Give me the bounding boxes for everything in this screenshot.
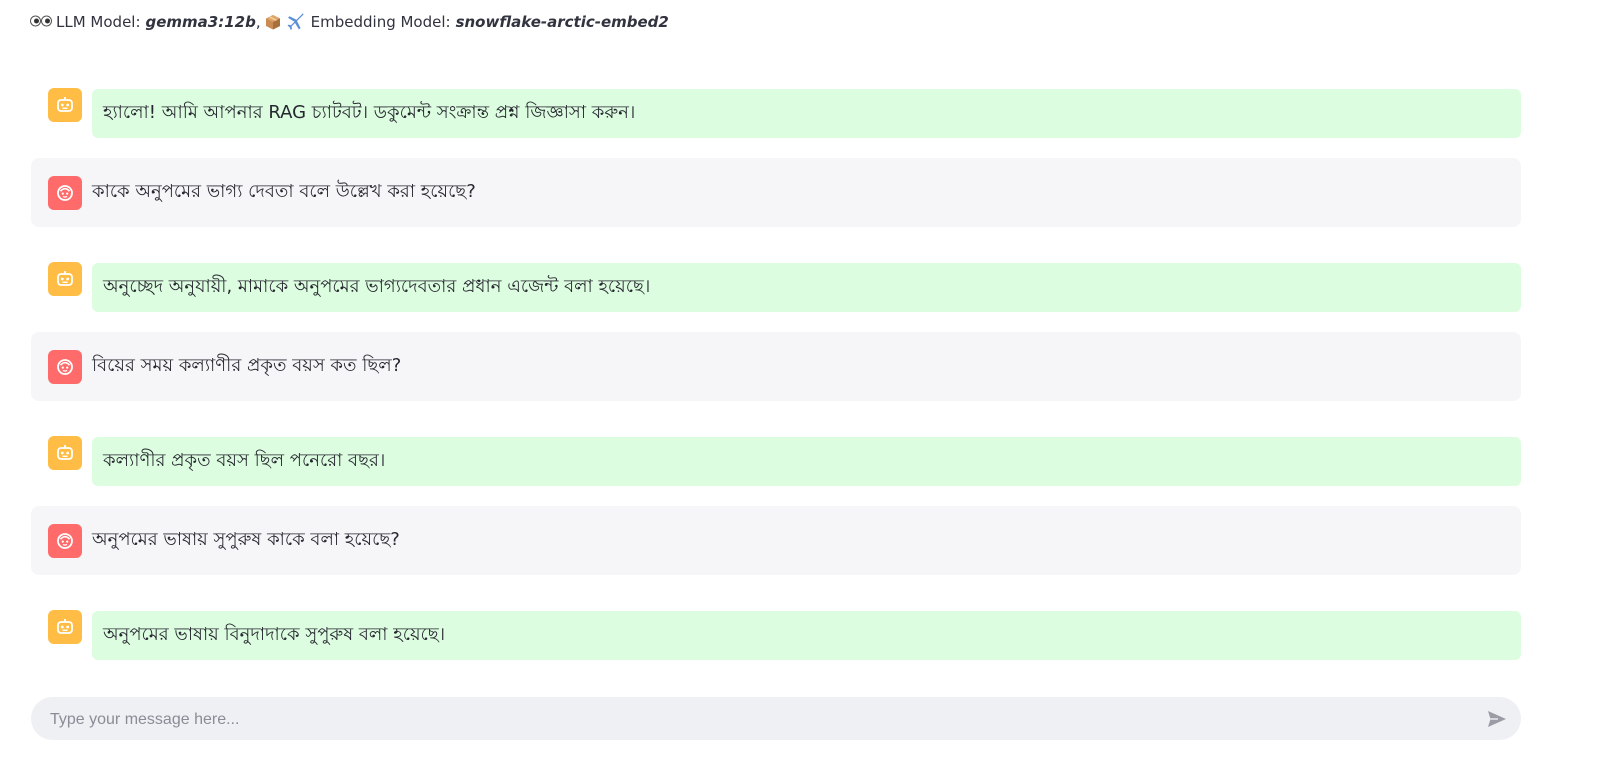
user-avatar-icon [48, 176, 82, 210]
user-message-text: কাকে অনুপমের ভাগ্য দেবতা বলে উল্লেখ করা … [92, 181, 476, 202]
llm-model-label: LLM Model: [56, 13, 141, 31]
llm-model-value: gemma3:12b [145, 13, 256, 31]
assistant-message-text: কল্যাণীর প্রকৃত বয়স ছিল পনেরো বছর। [92, 437, 1521, 486]
bot-avatar-icon [48, 436, 82, 470]
airplane-icon [287, 13, 305, 31]
chat-page: LLM Model: gemma3:12b , Embedding Model:… [0, 0, 1600, 780]
embedding-model-value: snowflake-arctic-embed2 [455, 13, 669, 31]
package-icon [265, 14, 281, 30]
model-info-bar: LLM Model: gemma3:12b , Embedding Model:… [30, 9, 669, 35]
eyes-icon [30, 15, 52, 30]
assistant-message-text: অনুচ্ছেদ অনুযায়ী, মামাকে অনুপমের ভাগ্যদ… [92, 263, 1521, 312]
bot-avatar-icon [48, 610, 82, 644]
user-avatar-icon [48, 350, 82, 384]
chat-message-input[interactable] [48, 697, 1472, 742]
assistant-message-text: হ্যালো! আমি আপনার RAG চ্যাটবট। ডকুমেন্ট … [92, 89, 1521, 138]
chat-input-container [31, 697, 1521, 742]
user-message: বিয়ের সময় কল্যাণীর প্রকৃত বয়স কত ছিল? [31, 332, 1521, 401]
header-separator: , [255, 13, 261, 31]
bot-avatar-icon [48, 88, 82, 122]
user-message-text: বিয়ের সময় কল্যাণীর প্রকৃত বয়স কত ছিল? [92, 355, 402, 376]
embedding-model-label: Embedding Model: [310, 13, 451, 31]
send-icon[interactable] [1485, 707, 1509, 731]
user-message: কাকে অনুপমের ভাগ্য দেবতা বলে উল্লেখ করা … [31, 158, 1521, 227]
assistant-message-text: অনুপমের ভাষায় বিনুদাদাকে সুপুরুষ বলা হয… [92, 611, 1521, 660]
user-avatar-icon [48, 524, 82, 558]
user-message-text: অনুপমের ভাষায় সুপুরুষ কাকে বলা হয়েছে? [92, 529, 400, 550]
bot-avatar-icon [48, 262, 82, 296]
user-message: অনুপমের ভাষায় সুপুরুষ কাকে বলা হয়েছে? [31, 506, 1521, 575]
